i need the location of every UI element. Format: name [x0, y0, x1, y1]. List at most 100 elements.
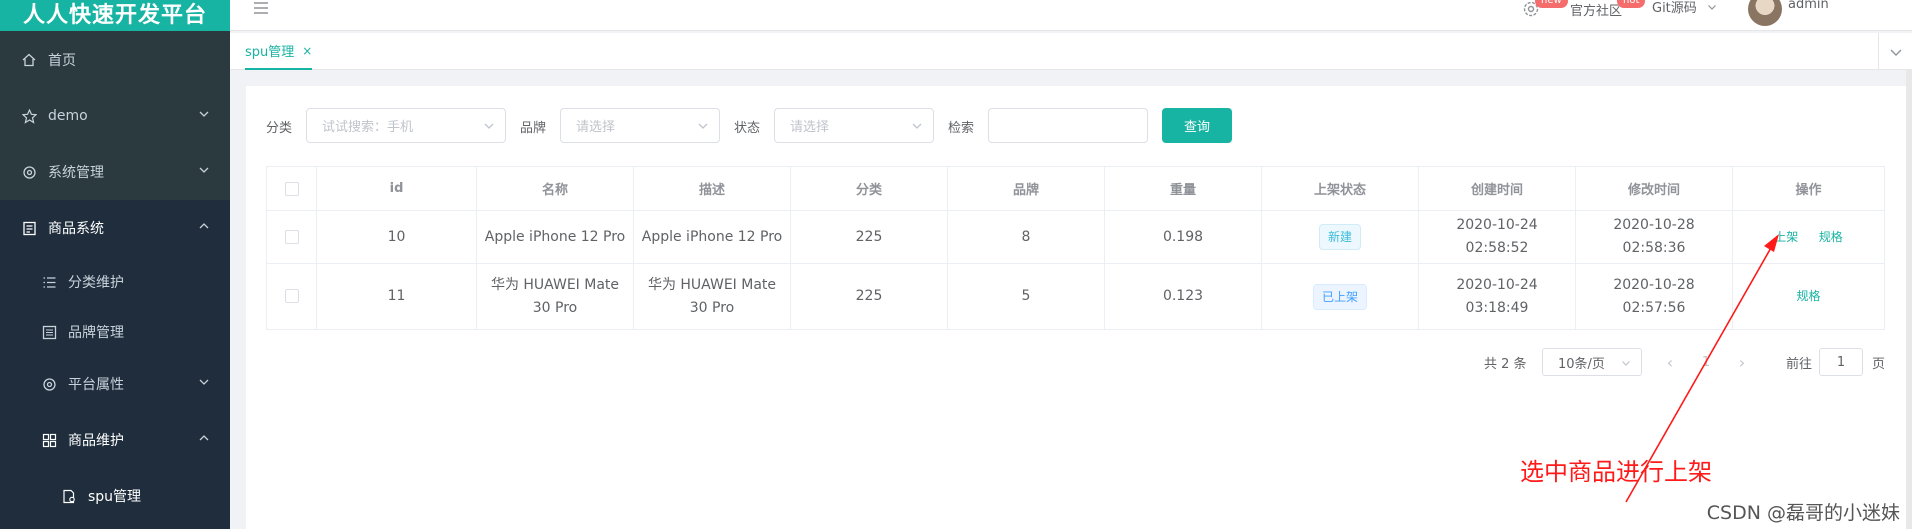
scrollbar[interactable]	[1906, 70, 1912, 529]
sidebar-item-home[interactable]: 首页	[0, 32, 230, 88]
chevron-down-icon	[483, 120, 495, 132]
chevron-down-icon	[198, 376, 210, 388]
list-icon	[40, 273, 58, 291]
gear-icon	[40, 375, 58, 393]
annotation-text: 选中商品进行上架	[1520, 458, 1712, 486]
column-header: 创建时间	[1418, 166, 1576, 211]
pagination-total: 共 2 条	[1484, 356, 1527, 372]
category-cascader[interactable]: 试试搜索：手机	[306, 108, 506, 143]
chevron-down-icon	[911, 120, 923, 132]
git-source-link[interactable]: Git源码	[1652, 0, 1717, 16]
table-row[interactable]: 10 Apple iPhone 12 Pro Apple iPhone 12 P…	[266, 210, 1885, 264]
brand-placeholder: 请选择	[576, 120, 616, 135]
status-badge: 已上架	[1312, 283, 1367, 310]
cell-brand: 8	[947, 210, 1105, 264]
goto-label: 前往	[1786, 356, 1813, 372]
cell-desc: 华为 HUAWEI Mate 30 Pro	[633, 263, 791, 330]
cell-category: 225	[790, 210, 948, 264]
spec-link[interactable]: 规格	[1796, 289, 1820, 303]
row-checkbox[interactable]	[284, 229, 299, 244]
select-all-checkbox[interactable]	[284, 181, 299, 196]
prev-page-icon[interactable]: ‹	[1660, 348, 1680, 376]
sidebar-item-label: 平台属性	[68, 377, 124, 393]
sidebar-item-label: 系统管理	[48, 165, 104, 181]
column-header: 修改时间	[1575, 166, 1733, 211]
sidebar-item-attributes[interactable]: 平台属性	[0, 356, 230, 412]
category-placeholder: 试试搜索：手机	[322, 120, 414, 135]
top-right-tools: new 官方社区 hot Git源码 admin	[1512, 0, 1912, 31]
sidebar-item-demo[interactable]: demo	[0, 88, 230, 144]
sidebar-item-product-maintain[interactable]: 商品维护	[0, 412, 230, 468]
select-all-cell[interactable]	[266, 166, 317, 211]
user-name[interactable]: admin	[1788, 0, 1829, 12]
tab-bar: spu管理 ×	[230, 33, 1912, 70]
sidebar-item-category[interactable]: 分类维护	[0, 254, 230, 310]
column-header: 分类	[790, 166, 948, 211]
gear-icon	[20, 163, 38, 181]
star-icon	[20, 107, 38, 125]
cell-category: 225	[790, 263, 948, 330]
community-link[interactable]: 官方社区	[1570, 0, 1622, 19]
document-icon	[20, 219, 38, 237]
cell-created: 2020-10-24 02:58:52	[1418, 210, 1576, 264]
page-unit-label: 页	[1872, 356, 1886, 372]
row-checkbox[interactable]	[284, 289, 299, 303]
category-label: 分类	[266, 121, 293, 136]
sidebar-item-label: 商品系统	[48, 221, 104, 237]
table-header-row: id 名称 描述 分类 品牌 重量 上架状态 创建时间 修改时间 操作	[266, 166, 1885, 211]
publish-link[interactable]: 上架	[1774, 230, 1798, 244]
page-size-value: 10条/页	[1558, 356, 1605, 372]
column-header: 操作	[1732, 166, 1885, 211]
column-header: 描述	[633, 166, 791, 211]
column-header: 重量	[1104, 166, 1262, 211]
search-input[interactable]	[988, 108, 1148, 143]
query-button[interactable]: 查询	[1162, 108, 1232, 143]
goto-page-input[interactable]: 1	[1819, 348, 1863, 376]
table-icon	[40, 323, 58, 341]
brand-title: 人人快速开发平台	[0, 0, 230, 31]
status-badge: 新建	[1318, 224, 1361, 250]
sidebar-item-label: demo	[48, 108, 88, 124]
sidebar-item-brand[interactable]: 品牌管理	[0, 304, 230, 360]
brand-select[interactable]: 请选择	[560, 108, 720, 143]
top-bar: new 官方社区 hot Git源码 admin	[230, 0, 1912, 31]
table-row[interactable]: 11 华为 HUAWEI Mate 30 Pro 华为 HUAWEI Mate …	[266, 263, 1885, 330]
sidebar-item-spu[interactable]: spu管理	[0, 468, 230, 524]
sidebar-item-label: 商品维护	[68, 433, 124, 449]
chevron-up-icon	[198, 220, 210, 232]
column-header: id	[316, 166, 477, 211]
column-header: 品牌	[947, 166, 1105, 211]
sidebar: 人人快速开发平台 首页 demo 系统管理 商品系统 分类维护 品牌管理 平台属…	[0, 0, 230, 529]
menu-toggle-icon[interactable]	[252, 0, 270, 18]
tab-spu[interactable]: spu管理 ×	[245, 33, 313, 70]
column-header: 上架状态	[1261, 166, 1419, 211]
chevron-down-icon	[1622, 361, 1630, 366]
home-icon	[20, 51, 38, 69]
avatar[interactable]	[1748, 0, 1782, 26]
sidebar-item-product-system[interactable]: 商品系统	[0, 200, 230, 256]
tab-label: spu管理	[245, 45, 295, 60]
chevron-down-icon	[1708, 5, 1716, 10]
sidebar-item-label: 品牌管理	[68, 325, 124, 341]
chevron-down-icon	[198, 108, 210, 120]
spec-link[interactable]: 规格	[1819, 230, 1843, 244]
status-select[interactable]: 请选择	[774, 108, 934, 143]
tab-menu-dropdown[interactable]	[1878, 33, 1912, 70]
cell-name: 华为 HUAWEI Mate 30 Pro	[476, 263, 634, 330]
cell-brand: 5	[947, 263, 1105, 330]
status-label: 状态	[734, 121, 761, 136]
current-page-number[interactable]: 1	[1696, 348, 1716, 376]
cell-modified: 2020-10-28 02:57:56	[1575, 263, 1733, 330]
column-header: 名称	[476, 166, 634, 211]
cell-id: 11	[316, 263, 477, 330]
next-page-icon[interactable]: ›	[1732, 348, 1752, 376]
cell-id: 10	[316, 210, 477, 264]
git-source-label: Git源码	[1652, 1, 1697, 16]
status-placeholder: 请选择	[790, 120, 830, 135]
spu-table: id 名称 描述 分类 品牌 重量 上架状态 创建时间 修改时间 操作 10 A…	[266, 166, 1885, 330]
close-icon[interactable]: ×	[302, 44, 312, 58]
sidebar-item-label: 分类维护	[68, 275, 124, 291]
sidebar-item-label: spu管理	[88, 489, 142, 505]
sidebar-item-system[interactable]: 系统管理	[0, 144, 230, 200]
page-size-select[interactable]: 10条/页	[1542, 348, 1642, 376]
